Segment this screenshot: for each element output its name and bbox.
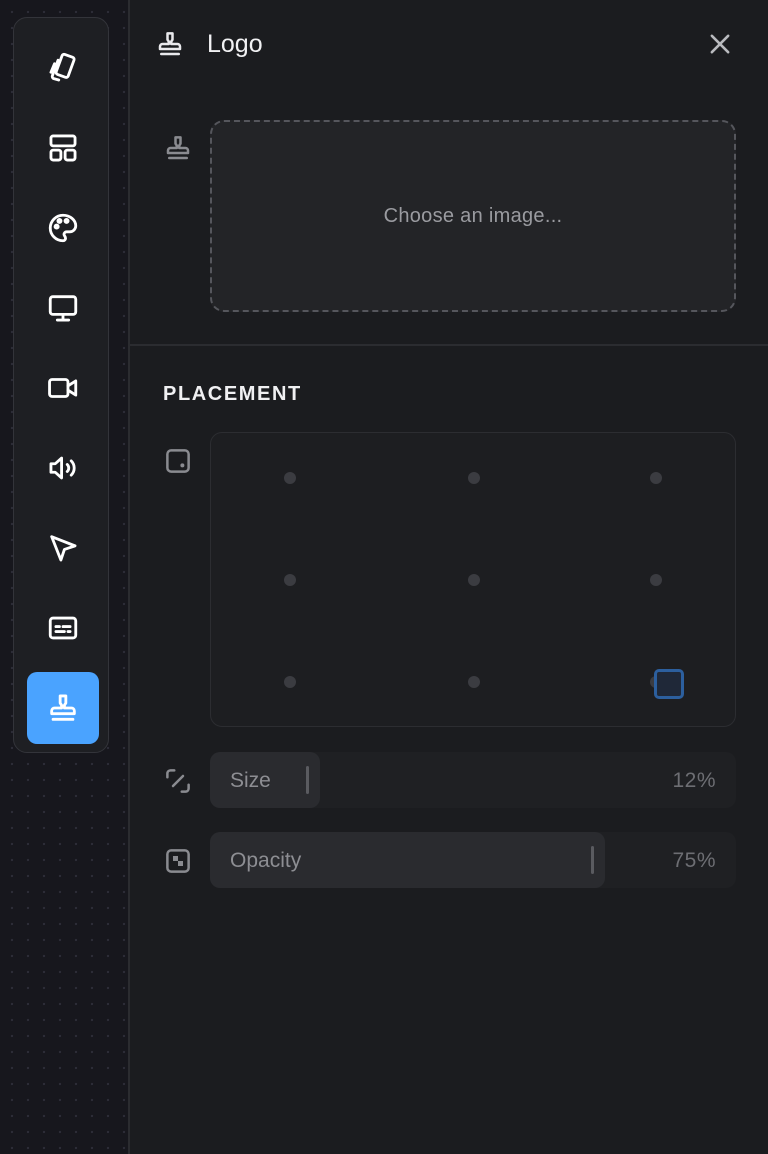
opacity-value: 75% — [672, 849, 716, 872]
captions-icon — [48, 616, 78, 640]
size-slider-handle[interactable] — [306, 766, 309, 794]
placement-selected-indicator[interactable] — [654, 669, 684, 699]
tool-layout[interactable] — [27, 112, 99, 184]
size-slider[interactable]: Size 12% — [210, 752, 736, 808]
opacity-slider[interactable]: Opacity 75% — [210, 832, 736, 888]
close-icon — [710, 34, 730, 54]
speaker-icon — [49, 456, 76, 480]
upload-placeholder: Choose an image... — [383, 204, 563, 227]
layout-icon — [49, 134, 77, 162]
video-camera-icon — [48, 378, 78, 398]
cards-icon — [49, 52, 76, 82]
tool-monitor[interactable] — [27, 272, 99, 344]
stamp-icon — [155, 28, 185, 60]
size-label: Size — [230, 769, 271, 792]
tool-cards[interactable] — [27, 32, 99, 104]
logo-panel: Logo Choose an image... PLACEMENT Size 1… — [130, 0, 768, 1154]
placement-bottom-left[interactable] — [284, 676, 296, 688]
close-button[interactable] — [706, 30, 734, 58]
opacity-label: Opacity — [230, 849, 302, 872]
section-divider — [130, 344, 768, 346]
tool-cursor[interactable] — [27, 512, 99, 584]
tool-palette[interactable] — [27, 192, 99, 264]
placement-heading: PLACEMENT — [163, 383, 302, 405]
placement-center[interactable] — [468, 574, 480, 586]
placement-top-left[interactable] — [284, 472, 296, 484]
placement-top-right[interactable] — [650, 472, 662, 484]
tool-audio[interactable] — [27, 432, 99, 504]
placement-top-center[interactable] — [468, 472, 480, 484]
palette-icon — [48, 213, 78, 243]
monitor-icon — [48, 295, 78, 322]
image-upload-dropzone[interactable]: Choose an image... — [210, 120, 736, 312]
cursor-pointer-icon — [50, 535, 77, 562]
placement-grid — [210, 432, 736, 727]
tool-logo[interactable] — [27, 672, 99, 744]
resize-icon — [163, 766, 193, 796]
size-value: 12% — [672, 769, 716, 792]
panel-title: Logo — [207, 30, 263, 58]
stamp-icon — [50, 694, 76, 721]
placement-middle-left[interactable] — [284, 574, 296, 586]
position-icon — [163, 446, 193, 476]
placement-middle-right[interactable] — [650, 574, 662, 586]
tool-video[interactable] — [27, 352, 99, 424]
stamp-icon — [163, 133, 193, 163]
sidebar-toolbar — [13, 17, 109, 753]
placement-bottom-center[interactable] — [468, 676, 480, 688]
tool-captions[interactable] — [27, 592, 99, 664]
opacity-slider-handle[interactable] — [591, 846, 594, 874]
opacity-icon — [163, 846, 193, 876]
